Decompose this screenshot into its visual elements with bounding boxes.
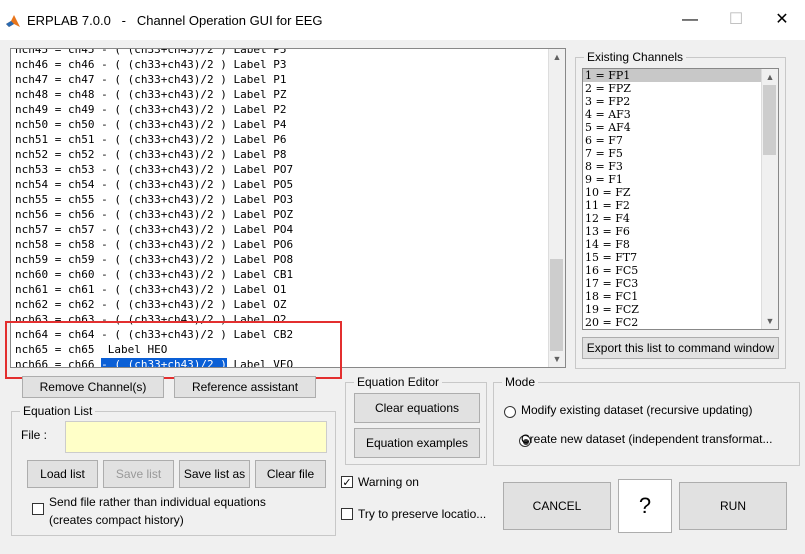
equation-line: nch59 = ch59 - ( (ch33+ch43)/2 ) Label P…	[15, 253, 294, 266]
channels-scrollbar[interactable]: ▲ ▼	[761, 69, 778, 329]
equation-line: nch56 = ch56 - ( (ch33+ch43)/2 ) Label P…	[15, 208, 294, 221]
channel-list-item[interactable]: 14 = F8	[583, 238, 763, 251]
channel-list-item[interactable]: 20 = FC2	[583, 316, 763, 329]
equation-editor-title: Equation Editor	[354, 375, 443, 389]
channel-list-item[interactable]: 19 = FCZ	[583, 303, 763, 316]
close-button[interactable]: ✕	[767, 10, 797, 30]
channel-list-item[interactable]: 7 = F5	[583, 147, 763, 160]
equation-line: nch58 = ch58 - ( (ch33+ch43)/2 ) Label P…	[15, 238, 294, 251]
scroll-up-icon[interactable]: ▲	[762, 69, 778, 85]
equation-list-title: Equation List	[20, 404, 96, 418]
channel-list-item[interactable]: 17 = FC3	[583, 277, 763, 290]
matlab-logo-icon	[6, 15, 20, 27]
equation-examples-button[interactable]: Equation examples	[354, 428, 480, 458]
channel-list-item[interactable]: 13 = F6	[583, 225, 763, 238]
equation-line: nch52 = ch52 - ( (ch33+ch43)/2 ) Label P…	[15, 148, 287, 161]
reference-assistant-button[interactable]: Reference assistant	[174, 376, 316, 398]
existing-channels-title: Existing Channels	[584, 50, 687, 64]
scroll-down-icon[interactable]: ▼	[762, 313, 778, 329]
channel-list-item[interactable]: 5 = AF4	[583, 121, 763, 134]
channel-list-item[interactable]: 18 = FC1	[583, 290, 763, 303]
channel-list-item[interactable]: 4 = AF3	[583, 108, 763, 121]
remove-channels-button[interactable]: Remove Channel(s)	[22, 376, 164, 398]
channel-list-item[interactable]: 6 = F7	[583, 134, 763, 147]
warning-on-checkbox[interactable]: ✓	[341, 476, 353, 489]
equation-line: nch62 = ch62 - ( (ch33+ch43)/2 ) Label O…	[15, 298, 287, 311]
channel-list-item[interactable]: 15 = FT7	[583, 251, 763, 264]
preserve-location-label: Try to preserve locatio...	[358, 507, 487, 521]
highlight-frame	[5, 321, 342, 379]
minimize-button[interactable]: —	[675, 10, 705, 30]
channel-list-item[interactable]: 9 = F1	[583, 173, 763, 186]
equation-line: nch46 = ch46 - ( (ch33+ch43)/2 ) Label P…	[15, 58, 287, 71]
equation-line: nch49 = ch49 - ( (ch33+ch43)/2 ) Label P…	[15, 103, 287, 116]
equation-line: nch54 = ch54 - ( (ch33+ch43)/2 ) Label P…	[15, 178, 294, 191]
scroll-down-icon[interactable]: ▼	[549, 351, 565, 367]
channel-list-item[interactable]: 1 = FP1	[583, 69, 763, 82]
modify-dataset-radio[interactable]	[504, 405, 516, 418]
window-title: ERPLAB 7.0.0 - Channel Operation GUI for…	[27, 13, 323, 28]
load-list-button[interactable]: Load list	[27, 460, 98, 488]
warning-on-label: Warning on	[358, 475, 419, 489]
equation-line: nch51 = ch51 - ( (ch33+ch43)/2 ) Label P…	[15, 133, 287, 146]
clear-equations-button[interactable]: Clear equations	[354, 393, 480, 423]
send-file-label: Send file rather than individual equatio…	[49, 495, 266, 509]
scroll-up-icon[interactable]: ▲	[549, 49, 565, 65]
existing-channels-list[interactable]: 1 = FP1 2 = FPZ 3 = FP2 4 = AF3 5 = AF4 6 = F…	[582, 68, 779, 330]
channel-list-item[interactable]: 12 = F4	[583, 212, 763, 225]
channel-list-item[interactable]: 3 = FP2	[583, 95, 763, 108]
help-button[interactable]: ?	[618, 479, 672, 533]
modify-dataset-label: Modify existing dataset (recursive updat…	[521, 403, 753, 417]
equation-line: nch57 = ch57 - ( (ch33+ch43)/2 ) Label P…	[15, 223, 294, 236]
equation-line: nch47 = ch47 - ( (ch33+ch43)/2 ) Label P…	[15, 73, 287, 86]
scroll-thumb[interactable]	[763, 85, 776, 155]
title-bar: ERPLAB 7.0.0 - Channel Operation GUI for…	[0, 0, 805, 40]
channel-list-item[interactable]: 8 = F3	[583, 160, 763, 173]
send-file-sublabel: (creates compact history)	[49, 513, 184, 527]
preserve-location-checkbox[interactable]	[341, 508, 353, 520]
export-list-button[interactable]: Export this list to command window	[582, 337, 779, 359]
equation-line: nch61 = ch61 - ( (ch33+ch43)/2 ) Label O…	[15, 283, 287, 296]
equation-line: nch53 = ch53 - ( (ch33+ch43)/2 ) Label P…	[15, 163, 294, 176]
save-list-button[interactable]: Save list	[103, 460, 174, 488]
channel-list-item[interactable]: 11 = F2	[583, 199, 763, 212]
channel-list-item[interactable]: 2 = FPZ	[583, 82, 763, 95]
create-dataset-label: Create new dataset (independent transfor…	[521, 432, 773, 446]
equations-textarea[interactable]: nch45 = ch45 - ( (ch33+ch43)/2 ) Label P…	[10, 48, 566, 368]
scroll-thumb[interactable]	[550, 259, 563, 351]
equation-line: nch55 = ch55 - ( (ch33+ch43)/2 ) Label P…	[15, 193, 294, 206]
mode-title: Mode	[502, 375, 539, 389]
equation-line: nch48 = ch48 - ( (ch33+ch43)/2 ) Label P…	[15, 88, 287, 101]
cancel-button[interactable]: CANCEL	[503, 482, 611, 530]
channel-list-item[interactable]: 10 = FZ	[583, 186, 763, 199]
equations-scrollbar[interactable]: ▲ ▼	[548, 49, 565, 367]
mode-group: Mode	[493, 375, 800, 466]
maximize-button[interactable]: ☐	[721, 10, 751, 30]
clear-file-button[interactable]: Clear file	[255, 460, 326, 488]
channel-lines: 1 = FP1 2 = FPZ 3 = FP2 4 = AF3 5 = AF4 6 = F…	[583, 69, 763, 329]
file-path-field[interactable]	[65, 421, 327, 453]
send-file-checkbox[interactable]	[32, 503, 44, 515]
equation-line: nch45 = ch45 - ( (ch33+ch43)/2 ) Label P…	[15, 48, 287, 56]
equation-line: nch50 = ch50 - ( (ch33+ch43)/2 ) Label P…	[15, 118, 287, 131]
run-button[interactable]: RUN	[679, 482, 787, 530]
equation-lines: nch45 = ch45 - ( (ch33+ch43)/2 ) Label P…	[11, 48, 551, 367]
save-list-as-button[interactable]: Save list as	[179, 460, 250, 488]
channel-list-item[interactable]: 16 = FC5	[583, 264, 763, 277]
file-label: File :	[21, 428, 48, 442]
equation-line: nch60 = ch60 - ( (ch33+ch43)/2 ) Label C…	[15, 268, 294, 281]
